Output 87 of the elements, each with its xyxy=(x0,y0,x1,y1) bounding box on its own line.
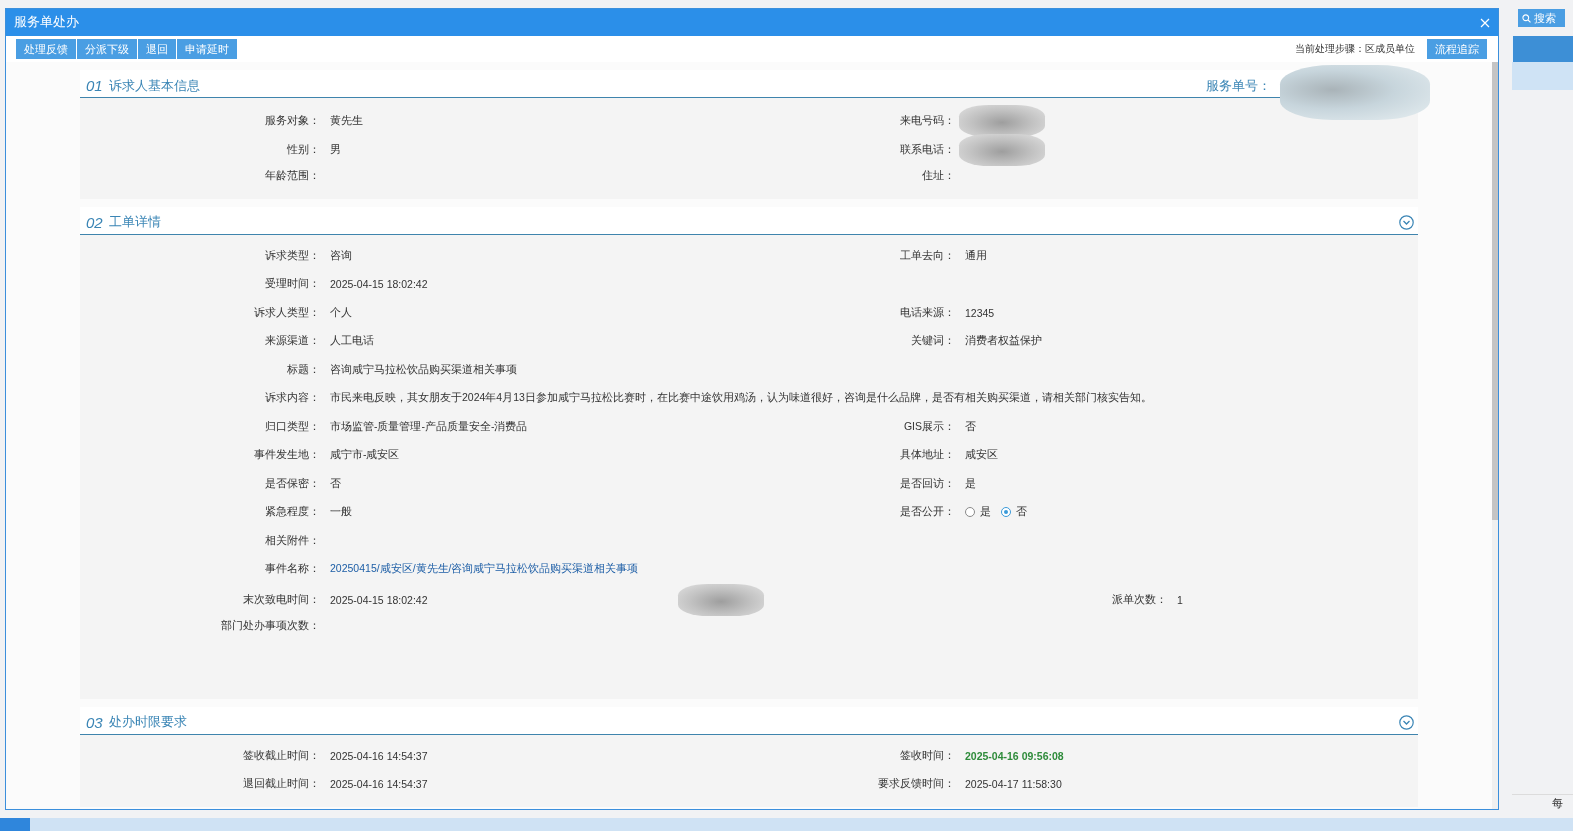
field-label: 诉求内容： xyxy=(265,391,320,406)
field-label: 派单次数： xyxy=(1112,592,1167,607)
section-title: 诉求人基本信息 xyxy=(108,76,200,95)
chevron-circle-icon xyxy=(1399,714,1414,730)
field-label: 关键词： xyxy=(911,334,955,349)
process-trace-button[interactable]: 流程追踪 xyxy=(1427,39,1487,59)
field-value: 2025-04-15 18:02:42 xyxy=(330,593,428,606)
collapse-toggle[interactable] xyxy=(1399,214,1414,230)
field-label: 标题： xyxy=(287,362,320,377)
field-label: 诉求类型： xyxy=(265,248,320,263)
radio-label: 否 xyxy=(1016,505,1027,520)
radio-label: 是 xyxy=(980,505,991,520)
field-value: 1 xyxy=(1177,593,1183,606)
chevron-circle-icon xyxy=(1399,214,1414,230)
collapse-toggle[interactable] xyxy=(1399,714,1414,730)
field-value: 人工电话 xyxy=(330,334,374,349)
field-label: 受理时间： xyxy=(265,277,320,292)
section-title: 工单详情 xyxy=(108,213,161,231)
field-label: 部门处办事项次数： xyxy=(221,619,320,634)
current-step-text: 当前处理步骤：区成员单位 xyxy=(1295,42,1415,56)
field-label: 住址： xyxy=(922,169,955,184)
field-value: 男 xyxy=(330,142,341,157)
field-value: 咨询 xyxy=(330,248,352,263)
toolbar-button[interactable]: 申请延时 xyxy=(177,39,237,59)
field-label: 是否保密： xyxy=(265,476,320,491)
field-value: 咸宁市-咸安区 xyxy=(330,448,400,463)
field-value: 个人 xyxy=(330,305,352,320)
field-label: 诉求人类型： xyxy=(254,305,320,320)
window-title: 服务单处办 xyxy=(14,14,79,31)
event-name-link[interactable]: 20250415/咸安区/黄先生/咨询咸宁马拉松饮品购买渠道相关事项 xyxy=(330,562,639,577)
field-value: 2025-04-16 14:54:37 xyxy=(330,778,428,791)
field-label: 退回截止时间： xyxy=(243,777,320,792)
section-title: 处办时限要求 xyxy=(108,713,187,731)
field-value: 咨询咸宁马拉松饮品购买渠道相关事项 xyxy=(330,362,517,377)
field-label: 紧急程度： xyxy=(265,505,320,520)
bottom-bar-segment xyxy=(0,818,30,831)
field-value: 通用 xyxy=(965,248,987,263)
radio-button[interactable] xyxy=(965,507,975,518)
field-value: 否 xyxy=(330,476,341,491)
field-label: 性别： xyxy=(287,142,320,157)
field-value: 2025-04-16 09:56:08 xyxy=(965,749,1064,762)
toolbar-button[interactable]: 退回 xyxy=(138,39,176,59)
field-value: 2025-04-16 14:54:37 xyxy=(330,749,428,762)
field-value: 12345 xyxy=(965,306,995,319)
close-button[interactable] xyxy=(1480,17,1490,28)
toolbar-button[interactable]: 处理反馈 xyxy=(16,39,76,59)
field-label: 具体地址： xyxy=(900,448,955,463)
field-value: 是 xyxy=(965,476,976,491)
field-value: 2025-04-17 11:58:30 xyxy=(965,778,1062,791)
footer-text: 每 xyxy=(1512,794,1573,811)
scrollbar-thumb[interactable] xyxy=(1492,62,1498,520)
table-row-highlight xyxy=(1512,62,1573,90)
search-button[interactable]: 搜索 xyxy=(1518,9,1565,27)
field-value: 一般 xyxy=(330,505,352,520)
field-label: 服务对象： xyxy=(265,114,320,128)
field-value: 咸安区 xyxy=(965,448,998,463)
radio-button[interactable] xyxy=(1001,507,1011,518)
field-value: 市场监管-质量管理-产品质量安全-消费品 xyxy=(330,419,528,434)
section-number: 03 xyxy=(86,713,103,731)
section-number: 02 xyxy=(86,213,103,231)
field-label: 来源渠道： xyxy=(265,334,320,349)
field-label: 年龄范围： xyxy=(265,169,320,184)
field-value: 2025-04-15 18:02:42 xyxy=(330,278,428,291)
field-label: 联系电话： xyxy=(900,142,955,157)
field-label: 是否回访： xyxy=(900,476,955,491)
close-icon xyxy=(1480,17,1490,28)
field-label: 事件名称： xyxy=(265,562,320,577)
field-value: 黄先生 xyxy=(330,114,363,128)
field-label: 归口类型： xyxy=(265,419,320,434)
field-label: 来电号码： xyxy=(900,114,955,128)
field-label: 事件发生地： xyxy=(254,448,320,463)
field-label: 是否公开： xyxy=(900,505,955,520)
field-value: 消费者权益保护 xyxy=(965,334,1042,349)
field-label: 末次致电时间： xyxy=(243,592,320,607)
field-label: 工单去向： xyxy=(900,248,955,263)
field-value: 否 xyxy=(965,419,976,434)
section-number: 01 xyxy=(86,77,103,94)
field-label: 要求反馈时间： xyxy=(878,777,955,792)
field-label: 签收截止时间： xyxy=(243,748,320,763)
search-icon xyxy=(1522,13,1531,23)
field-label: 签收时间： xyxy=(900,748,955,763)
field-label: 相关附件： xyxy=(265,533,320,548)
toolbar-button[interactable]: 分派下级 xyxy=(77,39,137,59)
field-label: GIS展示： xyxy=(903,419,955,434)
service-number-label: 服务单号： xyxy=(1206,76,1271,95)
field-label: 电话来源： xyxy=(900,305,955,320)
field-value: 市民来电反映，其女朋友于2024年4月13日参加咸宁马拉松比赛时，在比赛中途饮用鸡汤，认为味道很好，咨询是什么品牌，是否有相关购买渠道，请相关部门核实告知。 xyxy=(330,391,1152,406)
